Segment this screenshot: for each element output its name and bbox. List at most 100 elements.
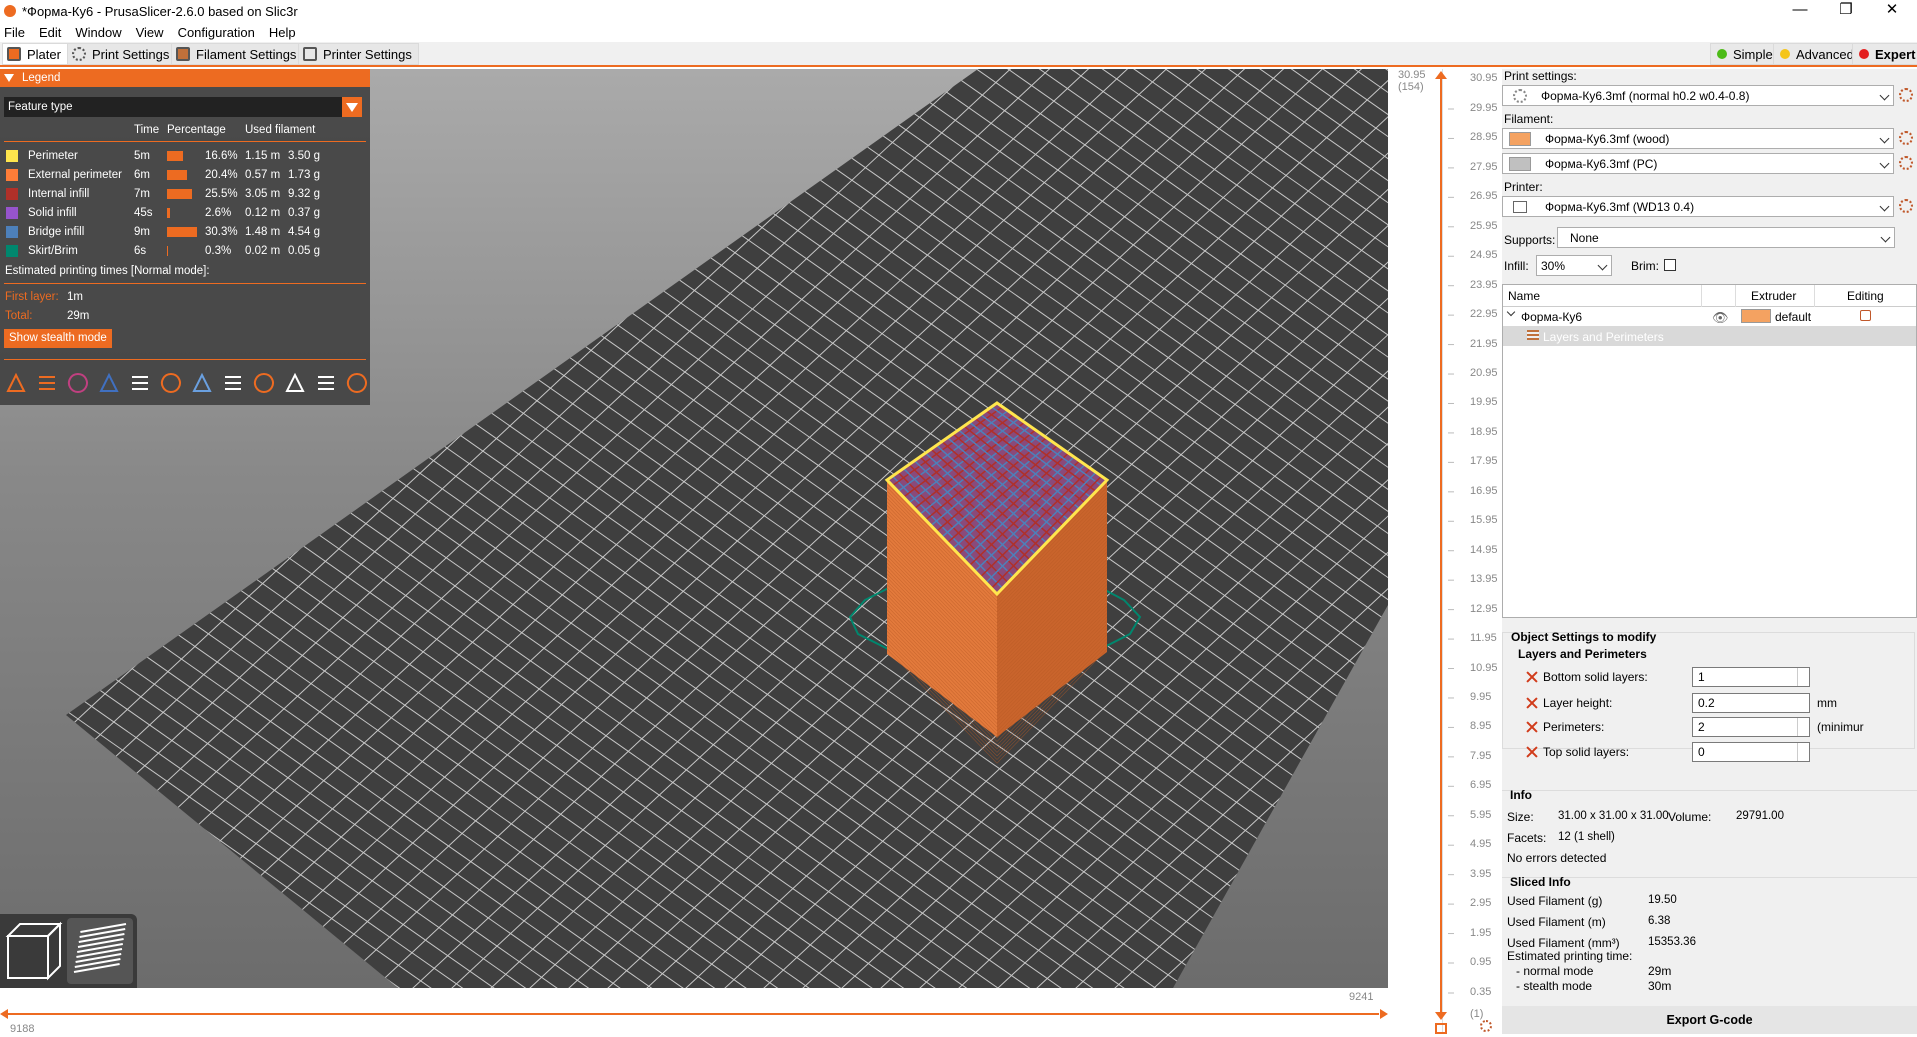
legend-color-swatch <box>6 188 18 200</box>
supports-select[interactable]: None <box>1557 227 1895 248</box>
retractions-icon[interactable] <box>66 371 90 395</box>
center-of-gravity-icon[interactable] <box>283 371 307 395</box>
legend-item-length: 0.57 m <box>245 169 281 181</box>
legend-row[interactable]: External perimeter 6m 20.4% 0.57 m 1.73 g <box>0 166 370 185</box>
setting-label: Layer height: <box>1543 696 1613 710</box>
shells-icon[interactable] <box>314 371 338 395</box>
object-list[interactable]: Name Extruder Editing Форма-Ку6 👁 defaul… <box>1502 284 1917 618</box>
travel-icon[interactable] <box>4 371 28 395</box>
spin-arrows-icon[interactable] <box>1797 668 1809 686</box>
mode-simple[interactable]: Simple <box>1710 43 1780 65</box>
edit-preset-icon[interactable] <box>1899 88 1913 102</box>
print-settings-select[interactable]: Форма-Ку6.3mf (normal h0.2 w0.4-0.8) <box>1502 85 1894 106</box>
cog-icon[interactable] <box>1480 1020 1492 1032</box>
close-button[interactable]: ✕ <box>1869 0 1915 22</box>
deretractions-icon[interactable] <box>97 371 121 395</box>
chevron-down-icon <box>1879 201 1890 212</box>
remove-setting-icon[interactable] <box>1526 697 1538 709</box>
filament-select-2[interactable]: Форма-Ку6.3mf (PC) <box>1502 153 1894 174</box>
vertical-slider-tick-label: 10.95 <box>1470 661 1498 674</box>
chevron-down-icon <box>1879 158 1890 169</box>
remove-setting-icon[interactable] <box>1526 671 1538 683</box>
vertical-slider-tick-label: 19.95 <box>1470 396 1498 409</box>
setting-input[interactable]: 2 <box>1692 717 1810 737</box>
view-type-select[interactable]: Feature type <box>4 97 362 117</box>
vertical-slider-tick-label: 15.95 <box>1470 514 1498 527</box>
settings-sub-item[interactable]: Layers and Perimeters <box>1503 326 1916 346</box>
vertical-slider-upper-thumb[interactable] <box>1435 71 1447 79</box>
legend-row[interactable]: Perimeter 5m 16.6% 1.15 m 3.50 g <box>0 147 370 166</box>
menu-edit[interactable]: Edit <box>32 25 68 40</box>
seams-icon[interactable] <box>128 371 152 395</box>
filament-select-1[interactable]: Форма-Ку6.3mf (wood) <box>1502 128 1894 149</box>
vertical-slider-tick-label: 22.95 <box>1470 308 1498 321</box>
vertical-slider[interactable]: 30.95 (154) 30.95 29.95 28.95 27.95 26.95 25… <box>1388 69 1502 1034</box>
tab-print-settings[interactable]: Print Settings <box>67 43 177 65</box>
menu-file[interactable]: File <box>0 25 32 40</box>
spin-arrows-icon[interactable] <box>1797 718 1809 736</box>
eye-icon[interactable]: 👁 <box>1712 310 1729 326</box>
menu-help[interactable]: Help <box>262 25 303 40</box>
3d-view-icon[interactable] <box>5 921 63 981</box>
maximize-button[interactable]: ❐ <box>1823 0 1869 22</box>
supports-label: Supports: <box>1504 233 1556 247</box>
legend-header[interactable]: Legend <box>0 69 370 87</box>
horizontal-slider-left-thumb[interactable] <box>0 1009 8 1019</box>
vertical-slider-tick-label: 0.35 <box>1470 986 1492 998</box>
setting-input[interactable]: 0 <box>1692 742 1810 762</box>
legend-row[interactable]: Bridge infill 9m 30.3% 1.48 m 4.54 g <box>0 223 370 242</box>
edit-preset-icon[interactable] <box>1899 199 1913 213</box>
color-changes-icon[interactable] <box>190 371 214 395</box>
tab-printer-settings[interactable]: Printer Settings <box>298 43 419 65</box>
legend-row[interactable]: Internal infill 7m 25.5% 3.05 m 9.32 g <box>0 185 370 204</box>
legend-color-swatch <box>6 226 18 238</box>
prusaslicer-logo-icon <box>4 5 16 17</box>
printer-icon <box>303 47 317 61</box>
custom-gcode-icon[interactable] <box>252 371 276 395</box>
horizontal-slider[interactable]: 9188 9241 <box>0 988 1388 1035</box>
setting-input[interactable]: 1 <box>1692 667 1810 687</box>
lock-icon[interactable] <box>1435 1023 1447 1034</box>
layers-icon <box>1527 330 1539 340</box>
legend-row[interactable]: Skirt/Brim 6s 0.3% 0.02 m 0.05 g <box>0 242 370 261</box>
export-gcode-button[interactable]: Export G-code <box>1502 1006 1917 1034</box>
setting-input[interactable]: 0.2 <box>1692 693 1810 713</box>
edit-preset-icon[interactable] <box>1899 156 1913 170</box>
tab-filament-settings[interactable]: Filament Settings <box>171 43 304 65</box>
size-label: Size: <box>1507 810 1534 824</box>
edit-icon[interactable] <box>1860 310 1871 321</box>
extruder-value: default <box>1775 310 1812 324</box>
mode-advanced[interactable]: Advanced <box>1773 43 1861 65</box>
infill-select[interactable]: 30% <box>1536 255 1612 276</box>
minimize-button[interactable]: — <box>1777 0 1823 22</box>
mode-advanced-label: Advanced <box>1796 46 1854 62</box>
legend-row[interactable]: Solid infill 45s 2.6% 0.12 m 0.37 g <box>0 204 370 223</box>
brim-checkbox[interactable] <box>1664 259 1676 271</box>
vertical-slider-tick-label: 1.95 <box>1470 926 1492 939</box>
wipe-icon[interactable] <box>35 371 59 395</box>
pause-icon[interactable] <box>221 371 245 395</box>
3d-viewport[interactable]: Legend Feature type Time Percentage Used… <box>0 69 1388 988</box>
tab-plater[interactable]: Plater <box>2 43 68 65</box>
menu-configuration[interactable]: Configuration <box>171 25 262 40</box>
horizontal-slider-right-thumb[interactable] <box>1380 1009 1388 1019</box>
vertical-slider-tick-label: 14.95 <box>1470 543 1498 556</box>
object-row[interactable]: Форма-Ку6 👁 default <box>1503 307 1916 325</box>
spin-arrows-icon[interactable] <box>1797 743 1809 761</box>
vertical-slider-lower-thumb[interactable] <box>1435 1012 1447 1020</box>
preview-layers-icon[interactable] <box>67 918 133 984</box>
mode-expert[interactable]: Expert <box>1852 43 1917 65</box>
edit-preset-icon[interactable] <box>1899 131 1913 145</box>
remove-setting-icon[interactable] <box>1526 721 1538 733</box>
expand-arrow-icon[interactable] <box>1506 307 1516 317</box>
setting-label: Bottom solid layers: <box>1543 670 1648 684</box>
sliced-info-value: 19.50 <box>1648 894 1677 906</box>
vertical-slider-tick-label: 13.95 <box>1470 573 1498 586</box>
tool-marker-icon[interactable] <box>345 371 369 395</box>
menu-window[interactable]: Window <box>68 25 128 40</box>
tool-changes-icon[interactable] <box>159 371 183 395</box>
show-stealth-mode-button[interactable]: Show stealth mode <box>4 329 112 348</box>
remove-setting-icon[interactable] <box>1526 746 1538 758</box>
menu-view[interactable]: View <box>129 25 171 40</box>
printer-select[interactable]: Форма-Ку6.3mf (WD13 0.4) <box>1502 196 1894 217</box>
